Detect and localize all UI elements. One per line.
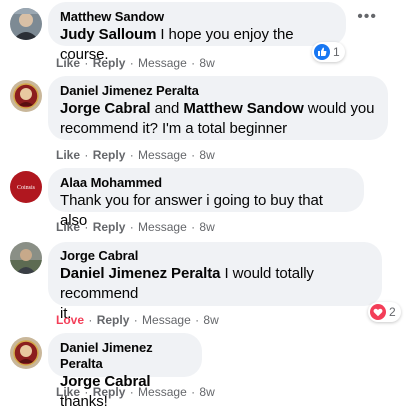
separator: ·: [187, 56, 199, 70]
comment-actions: Like · Reply · Message · 8w: [56, 219, 215, 235]
comment-actions: Love · Reply · Message · 8w: [56, 312, 219, 328]
separator: ·: [187, 148, 199, 162]
reply-button[interactable]: Reply: [97, 313, 130, 327]
more-options-button[interactable]: •••: [357, 9, 377, 25]
timestamp[interactable]: 8w: [199, 220, 214, 234]
love-button[interactable]: Love: [56, 313, 84, 327]
comment-text: Jorge Cabral and Matthew Sandow would yo…: [60, 99, 376, 119]
separator: ·: [81, 385, 92, 399]
separator: ·: [126, 220, 138, 234]
reply-button[interactable]: Reply: [93, 220, 126, 234]
separator: ·: [126, 56, 138, 70]
mention-link[interactable]: Judy Salloum: [60, 26, 156, 43]
avatar[interactable]: [10, 80, 42, 112]
timestamp[interactable]: 8w: [199, 56, 214, 70]
comment-text-body: and: [150, 100, 184, 117]
like-button[interactable]: Like: [56, 220, 80, 234]
comment-author[interactable]: Daniel Jimenez Peralta: [60, 83, 376, 99]
message-link[interactable]: Message: [142, 313, 191, 327]
reaction-summary[interactable]: 2: [368, 302, 401, 322]
like-button[interactable]: Like: [56, 148, 80, 162]
separator: ·: [191, 313, 203, 327]
mention-link[interactable]: Jorge Cabral: [60, 100, 151, 117]
avatar[interactable]: [10, 8, 42, 40]
comment-author[interactable]: Matthew Sandow: [60, 9, 334, 25]
timestamp[interactable]: 8w: [203, 313, 218, 327]
comment-actions: Like · Reply · Message · 8w: [56, 147, 215, 163]
separator: ·: [187, 385, 199, 399]
comment-actions: Like · Reply · Message · 8w: [56, 384, 215, 400]
comment-author[interactable]: Daniel Jimenez Peralta: [60, 340, 190, 372]
separator: ·: [81, 148, 92, 162]
love-icon: [370, 304, 386, 320]
separator: ·: [126, 148, 138, 162]
avatar[interactable]: Coinsis: [10, 171, 42, 203]
separator: ·: [81, 220, 92, 234]
separator: ·: [187, 220, 199, 234]
mention-link[interactable]: Daniel Jimenez Peralta: [60, 265, 220, 282]
comment-author[interactable]: Alaa Mohammed: [60, 175, 352, 191]
comment-text-body: would you: [303, 100, 375, 117]
comment-bubble: Matthew Sandow Judy Salloum I hope you e…: [48, 2, 346, 63]
comment-text-line: recommend it? I'm a total beginner: [60, 120, 288, 137]
reply-button[interactable]: Reply: [93, 56, 126, 70]
message-link[interactable]: Message: [138, 56, 187, 70]
reaction-count: 1: [333, 45, 340, 59]
comment-bubble: Daniel Jimenez Peralta Jorge Cabral than…: [48, 333, 202, 409]
message-link[interactable]: Message: [138, 385, 187, 399]
comment-bubble: Daniel Jimenez Peralta Jorge Cabral and …: [48, 76, 388, 140]
comment-text: Daniel Jimenez Peralta I would totally r…: [60, 264, 370, 304]
separator: ·: [130, 313, 142, 327]
comment-author[interactable]: Jorge Cabral: [60, 248, 370, 264]
svg-text:Coinsis: Coinsis: [17, 185, 36, 191]
timestamp[interactable]: 8w: [199, 148, 214, 162]
comment-bubble: Jorge Cabral Daniel Jimenez Peralta I wo…: [48, 242, 382, 322]
like-icon: [314, 44, 330, 60]
reaction-summary[interactable]: 1: [312, 42, 345, 62]
like-button[interactable]: Like: [56, 56, 80, 70]
timestamp[interactable]: 8w: [199, 385, 214, 399]
message-link[interactable]: Message: [138, 148, 187, 162]
comment-bubble: Alaa Mohammed Thank you for answer i goi…: [48, 168, 364, 229]
reply-button[interactable]: Reply: [93, 148, 126, 162]
comment-thread: Matthew Sandow Judy Salloum I hope you e…: [0, 0, 417, 409]
separator: ·: [126, 385, 138, 399]
like-button[interactable]: Like: [56, 385, 80, 399]
reaction-count: 2: [389, 305, 396, 319]
avatar[interactable]: [10, 242, 42, 274]
message-link[interactable]: Message: [138, 220, 187, 234]
separator: ·: [81, 56, 92, 70]
avatar[interactable]: [10, 337, 42, 369]
comment-actions: Like · Reply · Message · 8w: [56, 55, 215, 71]
mention-link[interactable]: Matthew Sandow: [183, 100, 303, 117]
separator: ·: [85, 313, 96, 327]
reply-button[interactable]: Reply: [93, 385, 126, 399]
